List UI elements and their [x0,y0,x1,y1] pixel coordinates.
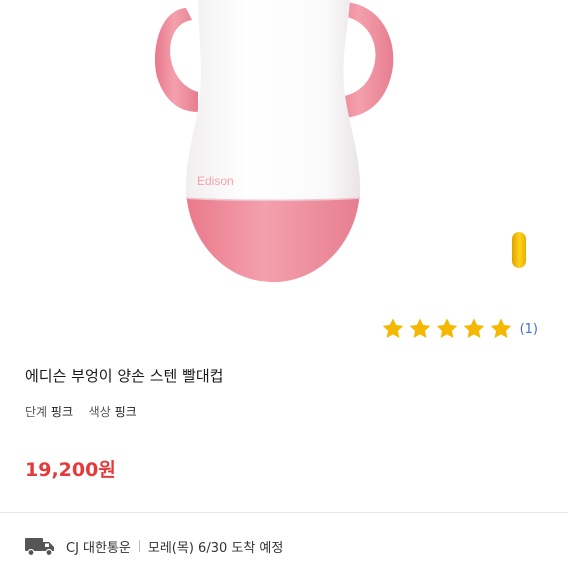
option-label-stage: 단계 [25,405,48,419]
star-icon [380,316,406,342]
product-price: 19,200원 [25,459,116,481]
option-value-stage: 핑크 [50,405,74,419]
delivery-info: CJ 대한통운 모레(목) 6/30 도착 예정 [24,533,283,559]
product-options: 단계 핑크 색상 핑크 [25,403,137,420]
option-value-color: 핑크 [114,405,137,419]
cup-brand-print: Edison [197,174,234,188]
star-icon [488,316,514,342]
product-image[interactable]: Edison [0,0,568,305]
cup-body [185,0,361,200]
star-icon [461,316,487,342]
product-photo: Edison [155,0,394,283]
review-count-link[interactable]: (1) [520,322,538,337]
delivery-eta: 모레(목) 6/30 도착 예정 [147,540,284,556]
product-title: 에디슨 부엉이 양손 스텐 빨대컵 [25,367,224,385]
truck-icon [24,535,56,557]
section-divider [0,512,568,513]
option-label-color: 색상 [88,405,111,419]
star-icon [407,316,433,342]
rating-stars[interactable]: (1) [380,316,538,342]
coin-badge-icon [512,232,526,268]
star-icon [434,316,460,342]
delivery-carrier: CJ 대한통운 [66,540,131,556]
delivery-separator [138,540,140,552]
left-handle [155,8,198,112]
